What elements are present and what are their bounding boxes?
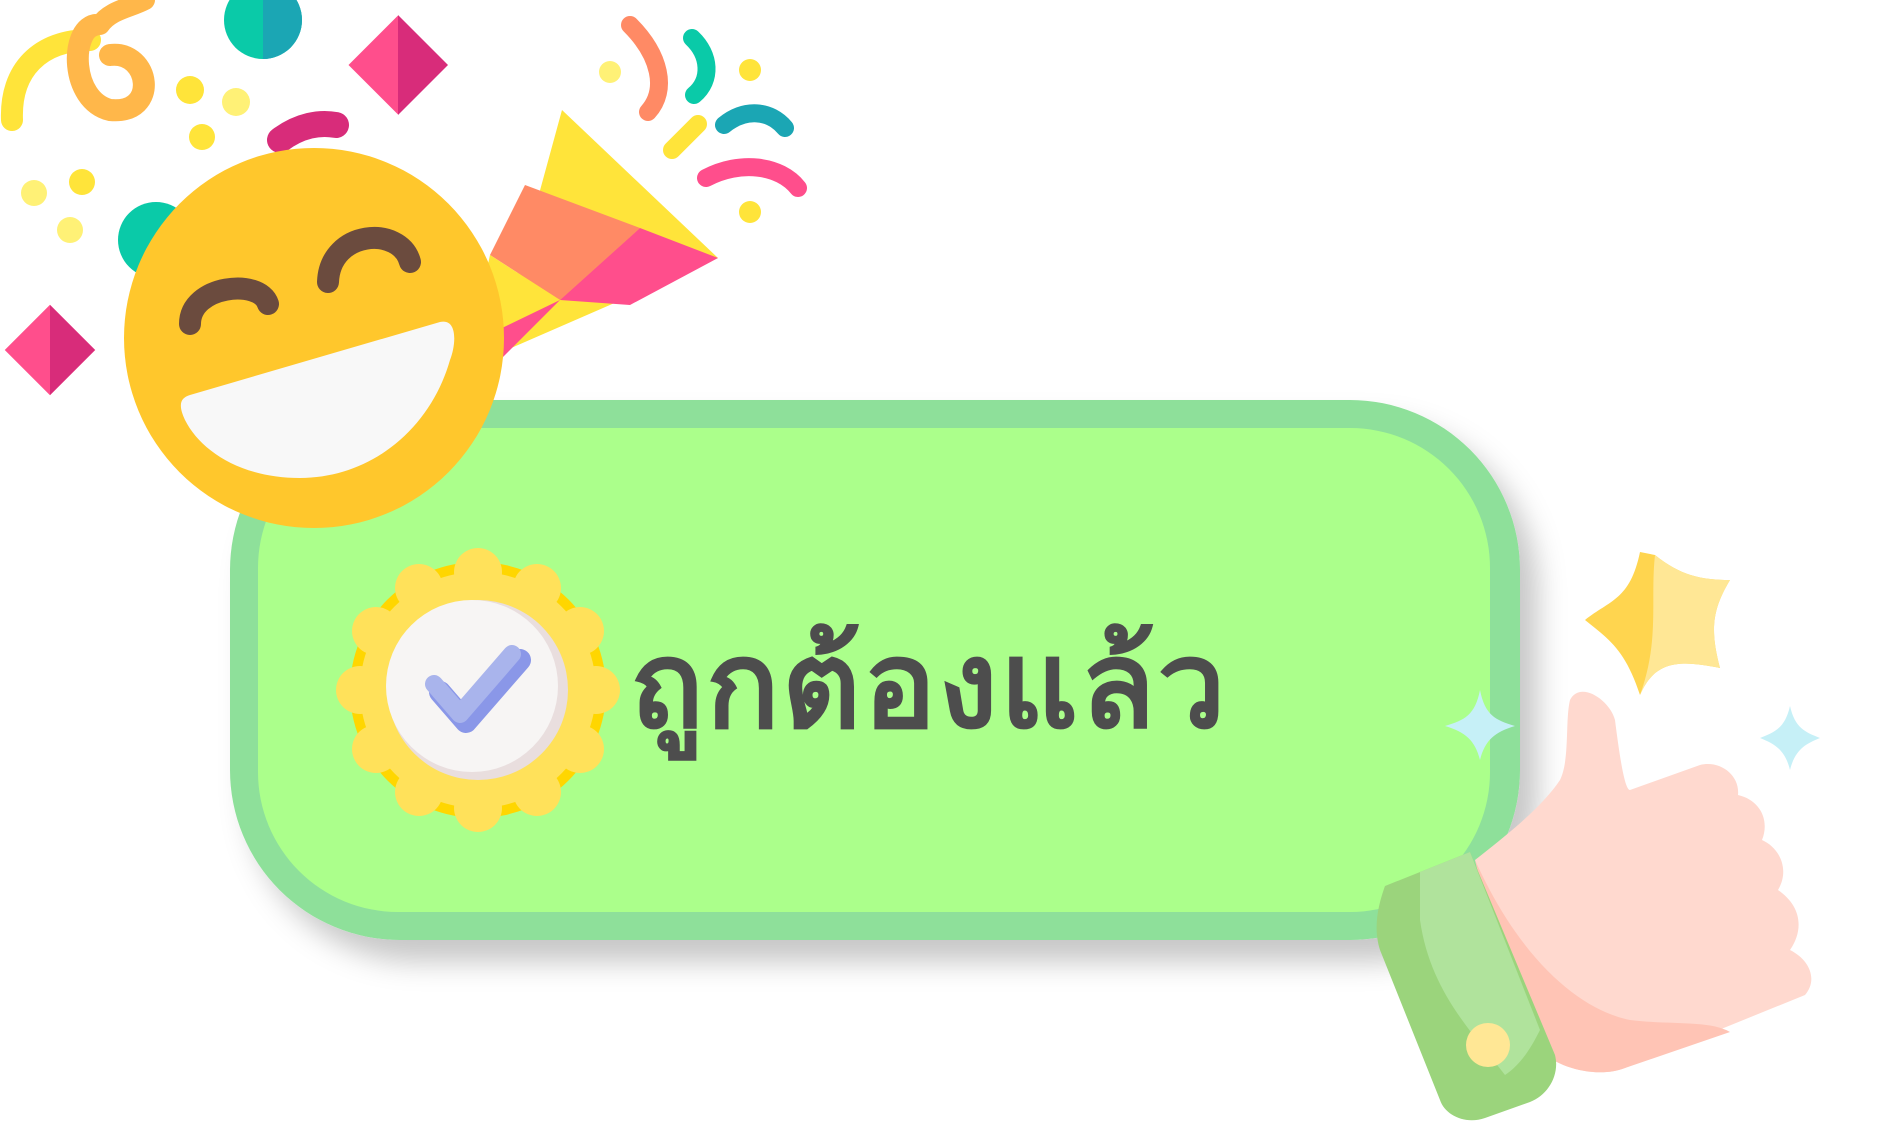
celebration-scene [0,0,1820,1121]
laughing-face-icon [124,148,504,528]
banner-label: ถูกต้องแล้ว [630,614,1228,756]
